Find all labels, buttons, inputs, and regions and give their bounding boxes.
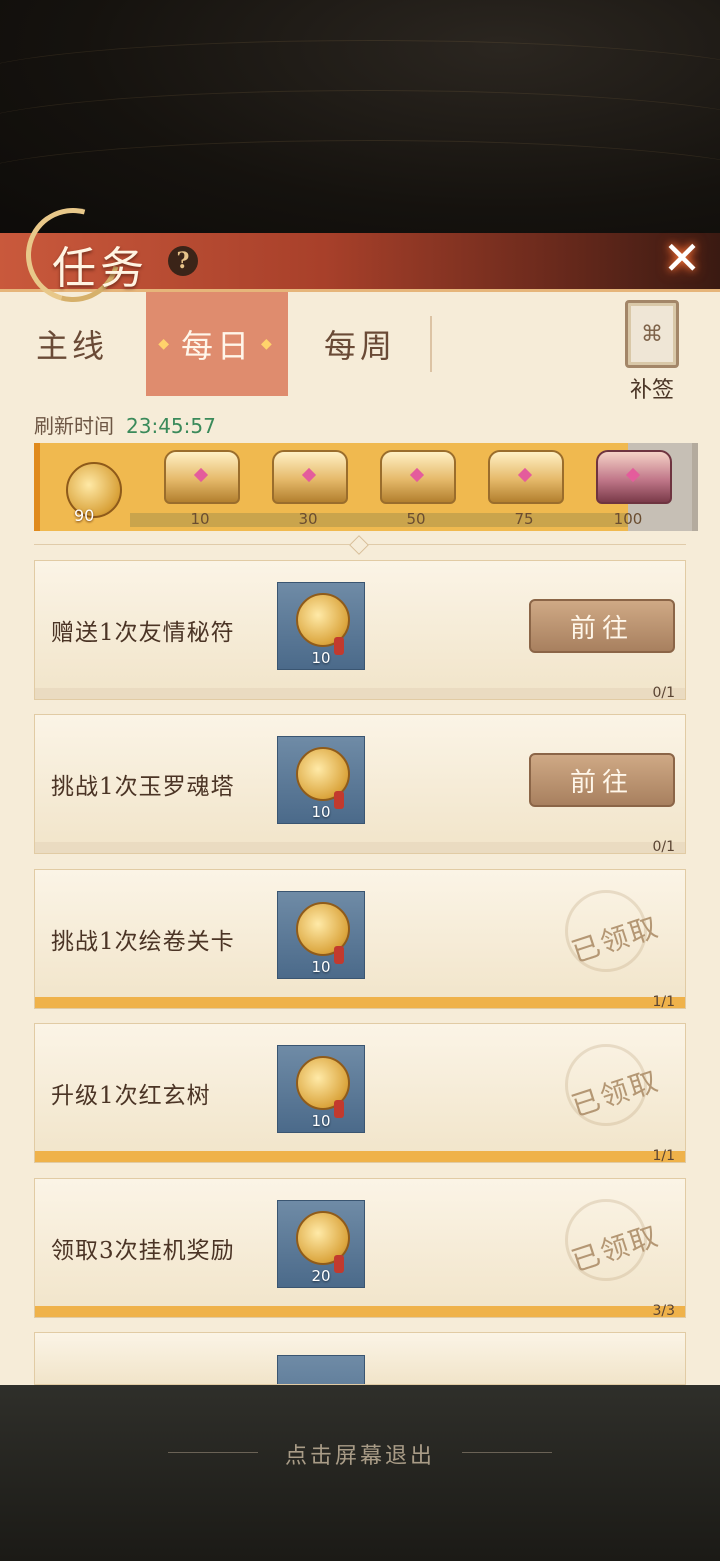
- reward-chest-2[interactable]: [272, 450, 348, 504]
- milestone-label: 30: [298, 510, 318, 528]
- tab-weekly[interactable]: 每周: [290, 292, 430, 396]
- scroll-icon: ⌘: [625, 300, 679, 368]
- reward-item[interactable]: 10: [277, 582, 365, 670]
- reward-quantity: 10: [311, 1112, 331, 1130]
- supplement-button[interactable]: ⌘ 补签: [612, 300, 692, 403]
- close-icon[interactable]: ✕: [654, 231, 710, 285]
- tab-label: 每日: [180, 327, 253, 365]
- reward-item[interactable]: 20: [277, 1200, 365, 1288]
- task-card: 领取3次挂机奖励 20 已领取 3/3: [34, 1178, 686, 1319]
- task-progress-text: 1/1: [652, 994, 675, 1010]
- reward-quantity: 20: [311, 1267, 331, 1285]
- tab-divider: [430, 316, 432, 372]
- reward-quantity: 10: [311, 649, 331, 667]
- milestone-label: 50: [406, 510, 426, 528]
- activity-count: 90: [74, 506, 95, 525]
- refresh-timer: 刷新时间 23:45:57: [34, 410, 216, 439]
- reward-chest-4[interactable]: [488, 450, 564, 504]
- diamond-icon: ◆: [261, 336, 276, 352]
- task-progress-text: 0/1: [652, 685, 675, 701]
- tab-daily[interactable]: ◆ 每日 ◆: [146, 292, 288, 396]
- task-progress-text: 0/1: [652, 839, 675, 855]
- refresh-label: 刷新时间: [34, 414, 114, 438]
- task-name: 领取3次挂机奖励: [51, 1238, 235, 1264]
- tab-main[interactable]: 主线: [0, 292, 144, 396]
- diamond-icon: ◆: [158, 336, 173, 352]
- reward-quantity: 10: [311, 803, 331, 821]
- task-card: 挑战1次绘卷关卡 10 已领取 1/1: [34, 869, 686, 1010]
- tab-label: 每周: [323, 327, 396, 365]
- task-progress-bar: [35, 1306, 685, 1317]
- go-button[interactable]: 前往: [529, 753, 675, 807]
- task-card: 升级1次红玄树 10 已领取 1/1: [34, 1023, 686, 1164]
- milestone-label: 10: [190, 510, 210, 528]
- refresh-time: 23:45:57: [126, 414, 216, 438]
- task-progress-text: 3/3: [652, 1303, 675, 1319]
- page-title: 任务: [52, 243, 148, 294]
- task-progress-bar: [35, 842, 685, 853]
- task-progress-text: 1/1: [652, 1148, 675, 1164]
- reward-quantity: 10: [311, 958, 331, 976]
- reward-item[interactable]: 10: [277, 1045, 365, 1133]
- task-card: 赠送1次友情秘符 10 前往 0/1: [34, 560, 686, 701]
- milestone-label: 75: [514, 510, 534, 528]
- task-name: 赠送1次友情秘符: [51, 620, 235, 646]
- reward-item[interactable]: 10: [277, 736, 365, 824]
- reward-chest-1[interactable]: [164, 450, 240, 504]
- tab-label: 主线: [35, 327, 108, 365]
- milestone-label: 100: [613, 510, 643, 528]
- reward-chest-5[interactable]: [596, 450, 672, 504]
- reward-chest-3[interactable]: [380, 450, 456, 504]
- task-name: 挑战1次玉罗魂塔: [51, 774, 235, 800]
- task-progress-bar: [35, 688, 685, 699]
- task-card-partial: [34, 1332, 686, 1385]
- exit-hint[interactable]: 点击屏幕退出: [0, 1438, 720, 1470]
- go-button[interactable]: 前往: [529, 599, 675, 653]
- bottom-backdrop[interactable]: [0, 1385, 720, 1561]
- help-icon[interactable]: ?: [168, 246, 198, 276]
- task-card: 挑战1次玉罗魂塔 10 前往 0/1: [34, 714, 686, 855]
- top-background: [0, 0, 720, 240]
- reward-item: [277, 1355, 365, 1384]
- supplement-label: 补签: [629, 378, 674, 403]
- reward-item[interactable]: 10: [277, 891, 365, 979]
- task-progress-bar: [35, 1151, 685, 1162]
- task-name: 挑战1次绘卷关卡: [51, 929, 235, 955]
- task-name: 升级1次红玄树: [51, 1083, 211, 1109]
- task-progress-bar: [35, 997, 685, 1008]
